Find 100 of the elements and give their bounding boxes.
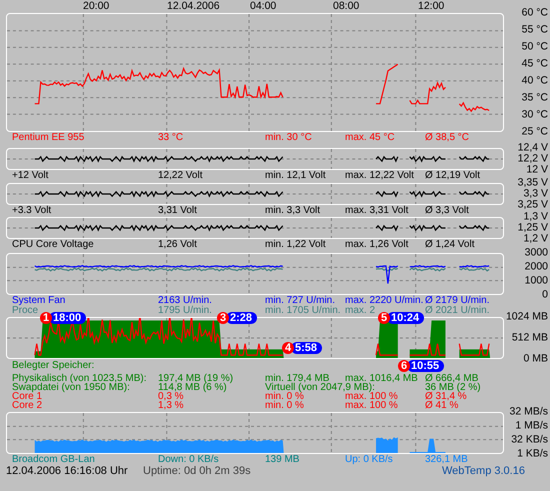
axis-label: 1,3 V — [523, 212, 548, 222]
legend-text: max. 1,26 Volt — [345, 239, 408, 250]
version-text: WebTemp 3.0.16 — [442, 465, 525, 477]
number-badge: 1 — [40, 312, 52, 324]
legend-text: 1,3 % — [158, 401, 184, 410]
axis-label: 3000 — [524, 248, 548, 258]
time-marker: 10:55 — [407, 360, 444, 372]
axis-label: 12,2 V — [518, 154, 548, 164]
legend-text: 1795 U/min. — [158, 305, 212, 316]
axis-label: 55 °C — [522, 24, 548, 36]
axis-label: 3,3 V — [523, 188, 548, 200]
legend-text: min. 1705 U/min. — [265, 305, 341, 316]
axis-label: 1,2 V — [523, 234, 548, 244]
legend-text: 12,22 Volt — [158, 170, 202, 181]
time-label: 08:00 — [333, 0, 360, 12]
legend-text: Belegter Speicher: — [12, 360, 94, 373]
axis-label: 512 MB — [512, 332, 548, 344]
legend-text: CPU Core Voltage — [12, 239, 94, 250]
legend-text: min. 179,4 MB — [265, 374, 330, 383]
axis-label: 1,25 V — [518, 222, 548, 234]
axis-label: 50 °C — [522, 42, 548, 52]
axis-label: 1 KB/s — [517, 448, 548, 460]
legend-text: Proce — [12, 305, 38, 316]
axis-label: 1000 — [524, 276, 548, 286]
legend-text: 326,1 MB — [425, 454, 468, 465]
legend-text: 1,26 Volt — [158, 239, 197, 250]
legend-text: max. 1016,4 MB — [345, 374, 418, 383]
legend-text: max. 2220 U/min. — [345, 295, 424, 306]
legend-text: Up: 0 KB/s — [345, 454, 393, 465]
legend-text: 2163 U/min. — [158, 295, 212, 306]
legend-text: Ø 666,4 MB — [425, 374, 478, 383]
axis-label: 35 °C — [522, 92, 548, 104]
legend-text: Broadcom GB-Lan — [12, 454, 95, 465]
legend-text: Ø 1,24 Volt — [425, 239, 474, 250]
time-marker: 18:00 — [49, 312, 86, 324]
legend-text: min. 30 °C — [265, 132, 312, 143]
axis-label: 2000 — [524, 262, 548, 272]
axis-label: 0 MB — [523, 354, 548, 364]
legend-text: min. 1,22 Volt — [265, 239, 326, 250]
axis-label: 0 — [542, 290, 548, 300]
legend-text: max. 3,31 Volt — [345, 205, 408, 216]
legend-text: Pentium EE 955 — [12, 132, 84, 143]
legend-text: System Fan — [12, 295, 66, 306]
legend-text: Ø 2021 U/min. — [425, 305, 490, 316]
time-marker: 10:24 — [387, 312, 424, 324]
legend-text: max. 100 % — [345, 392, 398, 401]
time-label: 12.04.2006 — [167, 0, 220, 12]
legend-text: 0,3 % — [158, 392, 184, 401]
legend-text: Ø 38,5 °C — [425, 132, 470, 143]
legend-text: max. 12,22 Volt — [345, 170, 414, 181]
legend-text: max. 2 — [345, 305, 376, 316]
axis-label: 3,35 V — [518, 178, 548, 188]
axis-label: 1 MB/s — [515, 420, 548, 432]
legend-text: Ø 3,3 Volt — [425, 205, 469, 216]
legend-text: Down: 0 KB/s — [158, 454, 219, 465]
axis-label: 12,4 V — [518, 142, 548, 154]
time-marker: 5:58 — [291, 342, 322, 354]
axis-label: 45 °C — [522, 58, 548, 70]
legend-text: Ø 2179 U/min. — [425, 295, 490, 306]
time-label: 04:00 — [250, 0, 276, 12]
uptime-text: Uptime: 0d 0h 2m 39s — [143, 465, 252, 477]
legend-text: Core 1 — [12, 392, 42, 401]
legend-text: 3,31 Volt — [158, 205, 197, 216]
legend-text: 139 MB — [265, 454, 300, 465]
legend-text: min. 727 U/min. — [265, 295, 336, 306]
axis-label: 12 V — [526, 164, 548, 176]
legend-text: Ø 12,19 Volt — [425, 170, 480, 181]
legend-text: min. 0 % — [265, 401, 304, 410]
legend-text: Ø 41 % — [425, 401, 458, 410]
legend-text: 33 °C — [158, 132, 184, 143]
axis-label: 25 °C — [522, 126, 548, 138]
axis-label: 1024 MB — [506, 312, 548, 322]
legend-text: min. 3,3 Volt — [265, 205, 320, 216]
axis-label: 32 MB/s — [509, 406, 548, 418]
number-badge: 3 — [217, 312, 229, 324]
number-badge: 5 — [378, 312, 390, 324]
legend-text: Ø 31,4 % — [425, 392, 467, 401]
axis-label: 30 °C — [522, 110, 548, 120]
legend-text: Swapdatei (von 1950 MB): — [12, 383, 130, 392]
legend-text: min. 0 % — [265, 392, 304, 401]
date-time: 12.04.2006 16:16:08 Uhr — [6, 465, 129, 477]
axis-label: 60 °C — [522, 8, 548, 18]
legend-text: min. 12,1 Volt — [265, 170, 326, 181]
axis-label: 40 °C — [522, 76, 548, 86]
time-marker: 2:28 — [226, 312, 258, 324]
legend-text: 114,8 MB (6 %) — [158, 383, 227, 392]
legend-text: 36 MB (2 %) — [425, 383, 481, 392]
axis-label: 3,25 V — [518, 200, 548, 210]
time-label: 12:00 — [418, 0, 444, 12]
legend-text: Core 2 — [12, 401, 42, 410]
legend-text: Physikalisch (von 1023,5 MB): — [12, 374, 147, 383]
legend-text: +12 Volt — [12, 170, 48, 181]
time-label: 20:00 — [83, 0, 110, 12]
legend-text: Virtuell (von 2047,9 MB): — [265, 383, 375, 392]
legend-text: 197,4 MB (19 %) — [158, 374, 234, 383]
legend-text: max. 100 % — [345, 401, 398, 410]
legend-text: +3.3 Volt — [12, 205, 52, 216]
axis-label: 32 KB/s — [511, 434, 548, 446]
legend-text: max. 45 °C — [345, 132, 395, 143]
number-badge: 6 — [398, 360, 410, 372]
